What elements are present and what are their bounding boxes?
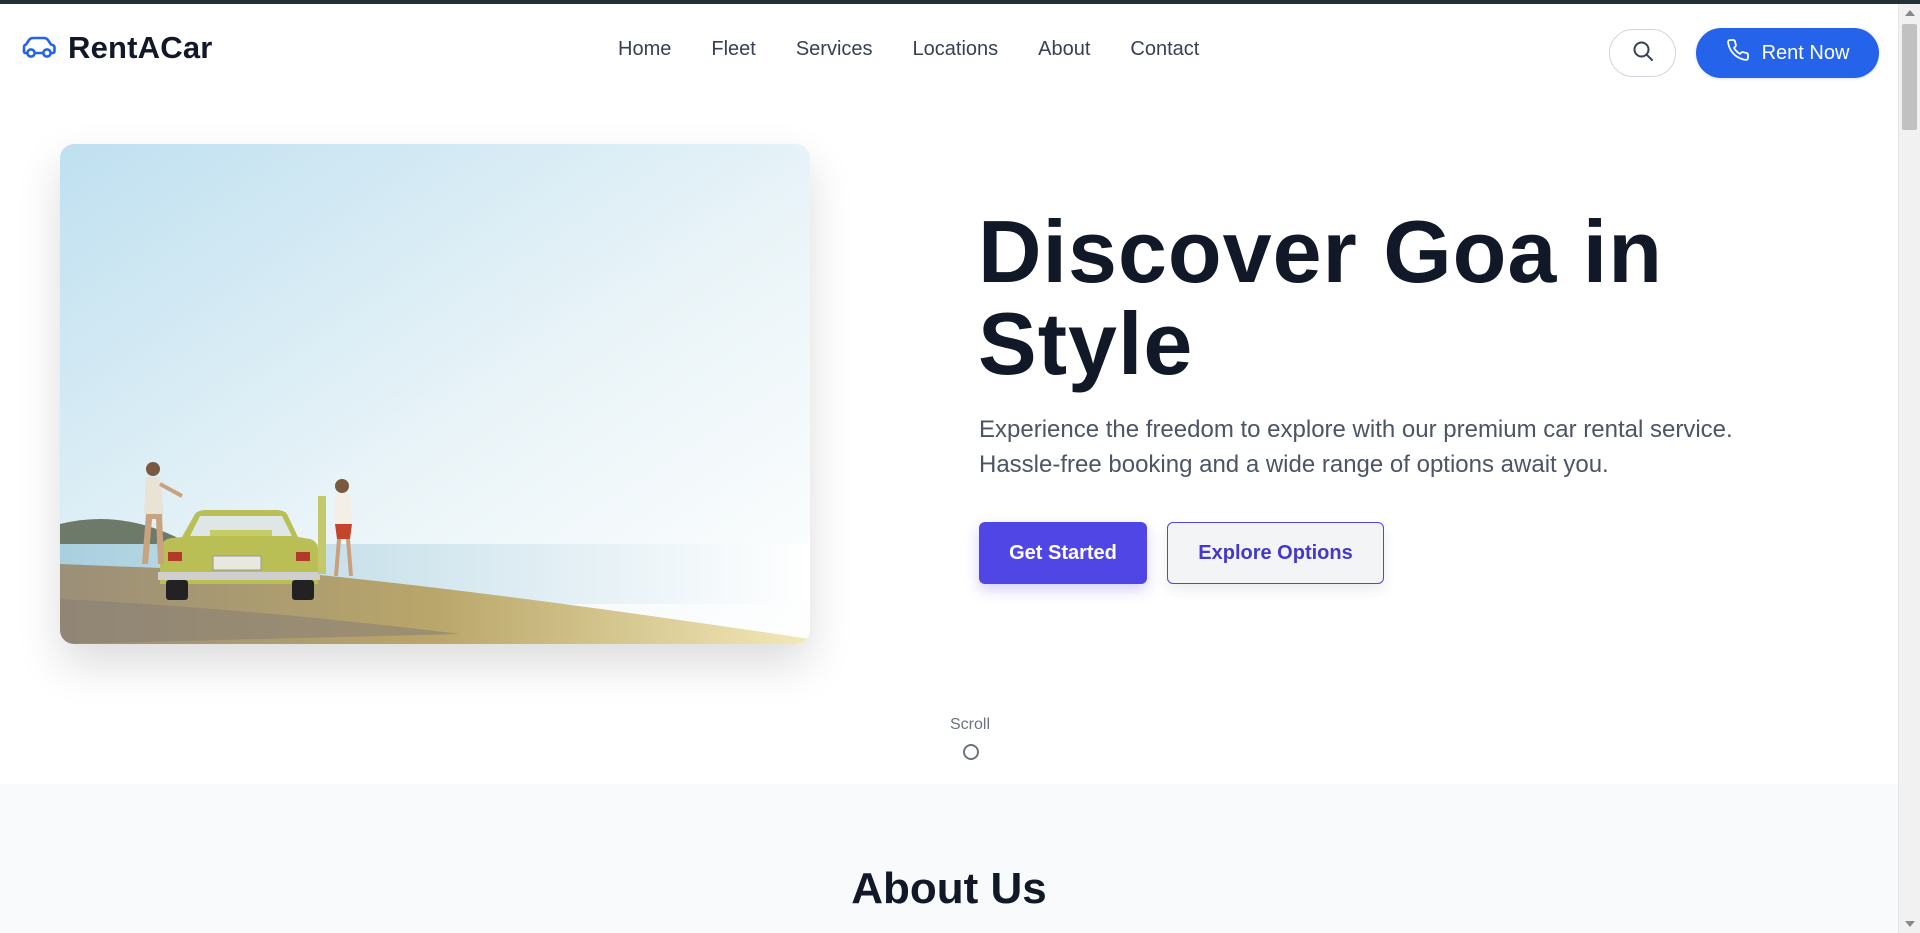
rent-now-button[interactable]: Rent Now [1696,28,1879,78]
main-nav: Home Fleet Services Locations About Cont… [618,38,1199,61]
hero-section: Discover Goa in Style Experience the fre… [0,94,1898,784]
scrollbar-thumb[interactable] [1902,24,1917,130]
about-title: About Us [851,864,1047,913]
scroll-indicator-icon[interactable] [963,744,979,760]
nav-locations[interactable]: Locations [913,38,999,61]
phone-icon [1726,38,1750,68]
page-scrollbar[interactable] [1898,4,1920,933]
scroll-down-icon[interactable] [1905,921,1915,927]
brand-logo[interactable]: RentACar [20,30,213,66]
hero-image [60,144,810,644]
brand-name: RentACar [68,30,213,65]
rent-now-label: Rent Now [1761,41,1850,64]
car-icon [20,35,58,61]
nav-fleet[interactable]: Fleet [711,38,755,61]
get-started-button[interactable]: Get Started [979,522,1147,584]
search-icon [1632,40,1654,67]
explore-options-button[interactable]: Explore Options [1167,522,1384,584]
nav-about[interactable]: About [1038,38,1090,61]
navbar: RentACar Home Fleet Services Locations A… [0,4,1898,94]
hero-title: Discover Goa in Style [978,202,1664,393]
nav-contact[interactable]: Contact [1130,38,1199,61]
scroll-up-icon[interactable] [1905,10,1915,16]
search-button[interactable] [1609,29,1676,77]
hero-description: Experience the freedom to explore with o… [979,416,1733,478]
nav-services[interactable]: Services [796,38,873,61]
scroll-label: Scroll [949,716,990,733]
about-section: About Us [0,784,1898,933]
nav-home[interactable]: Home [618,38,671,61]
